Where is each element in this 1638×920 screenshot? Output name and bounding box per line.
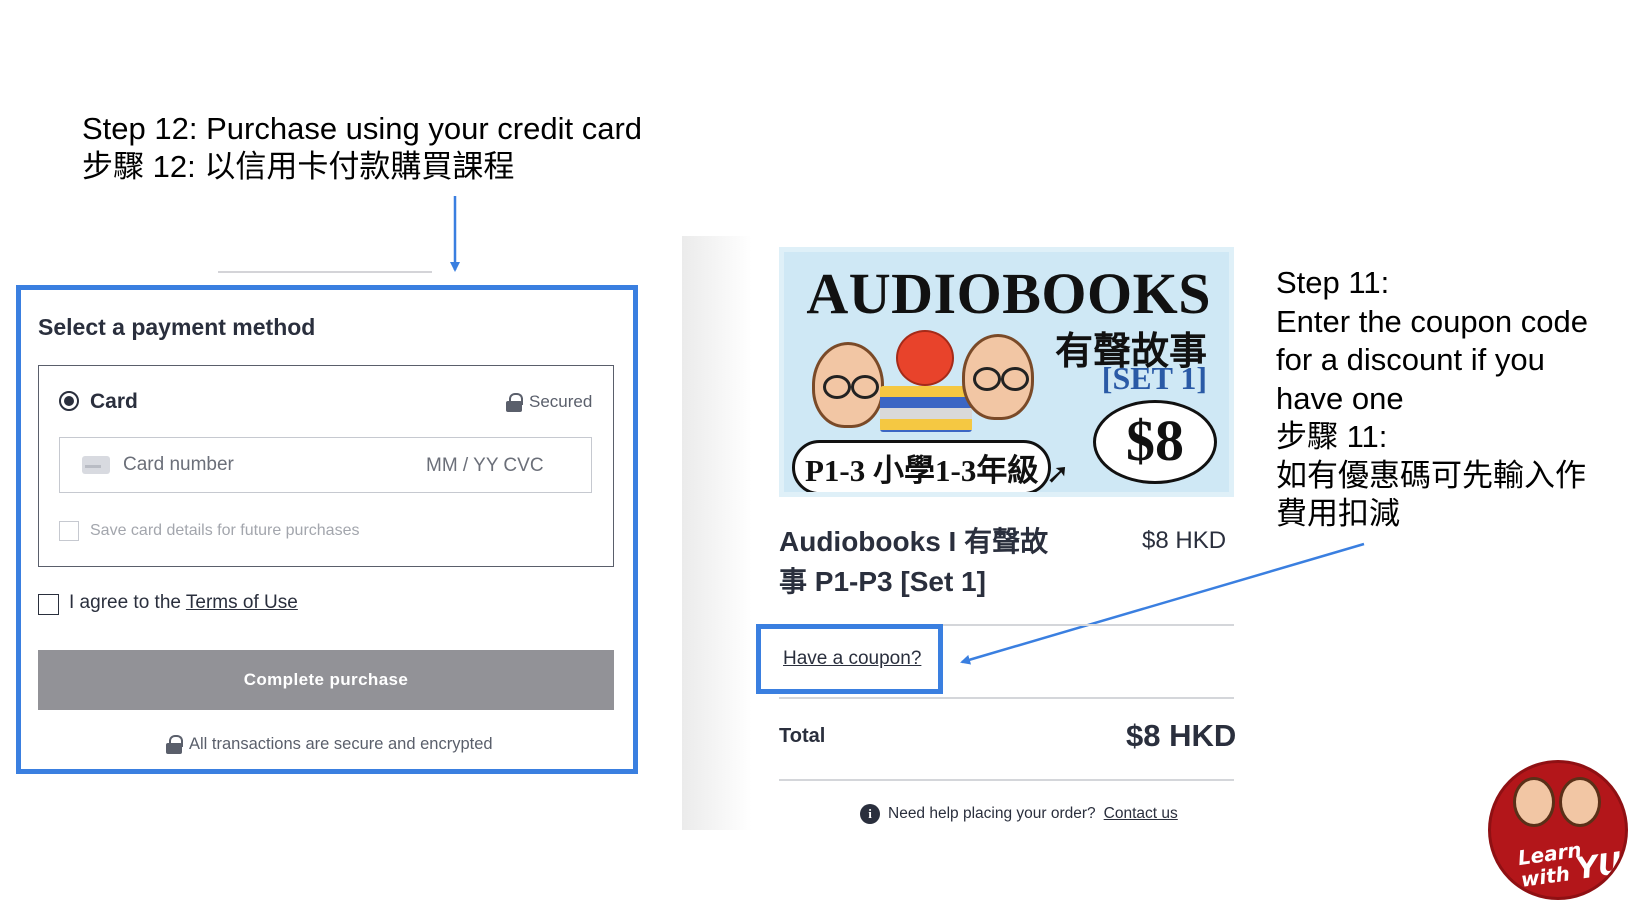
step12-text-zh: 步驟 12: 以信用卡付款購買課程 — [82, 149, 515, 184]
secured-indicator: Secured — [506, 392, 592, 412]
step11-line: Enter the coupon code — [1276, 303, 1588, 339]
secure-transactions-note: All transactions are secure and encrypte… — [166, 735, 493, 754]
avatar-illustration — [812, 342, 884, 428]
step11-instruction: Step 11: Enter the coupon code for a dis… — [1276, 264, 1626, 534]
card-radio-button[interactable] — [59, 391, 79, 411]
save-card-label: Save card details for future purchases — [90, 522, 360, 539]
expiry-cvc-placeholder: MM / YY CVC — [426, 455, 544, 476]
divider — [779, 779, 1234, 781]
agree-prefix: I agree to the — [69, 592, 186, 613]
apple-illustration — [896, 330, 954, 386]
card-option-label: Card — [90, 390, 138, 413]
have-coupon-link[interactable]: Have a coupon? — [783, 648, 921, 670]
step12-instruction: Step 12: Purchase using your credit card… — [82, 110, 642, 186]
card-number-placeholder: Card number — [123, 454, 234, 475]
banner-set: [SET 1] — [1101, 360, 1207, 396]
step11-line: 費用扣減 — [1276, 496, 1400, 531]
step11-line: 如有優惠碼可先輸入作 — [1276, 457, 1586, 493]
agree-terms-checkbox[interactable] — [38, 594, 59, 615]
secured-label: Secured — [529, 392, 593, 411]
product-banner-image: AUDIOBOOKS 有聲故事 [SET 1] P1-3 小學1-3年級 $8 … — [779, 247, 1234, 497]
credit-card-icon — [82, 456, 110, 474]
secure-note-text: All transactions are secure and encrypte… — [189, 735, 493, 753]
step11-line: for a discount if you — [1276, 342, 1545, 377]
product-title: Audiobooks I 有聲故事 P1-P3 [Set 1] — [779, 526, 1049, 597]
lock-icon — [166, 735, 183, 754]
help-text: Need help placing your order? — [888, 805, 1096, 822]
cursor-icon: ➚ — [1046, 458, 1070, 489]
divider — [218, 271, 432, 273]
save-card-checkbox[interactable] — [59, 521, 79, 541]
step11-line: have one — [1276, 380, 1404, 416]
help-section: i Need help placing your order? Contact … — [860, 804, 1178, 824]
banner-price: $8 — [1093, 400, 1217, 484]
books-illustration — [880, 386, 972, 432]
banner-title: AUDIOBOOKS — [806, 261, 1211, 326]
step11-line: 步驟 11: — [1276, 419, 1388, 454]
lock-icon — [506, 392, 523, 412]
product-price: $8 HKD — [1142, 527, 1227, 554]
logo-avatar — [1513, 777, 1555, 827]
total-value: $8 HKD — [1126, 718, 1237, 753]
banner-grade: P1-3 小學1-3年級 — [792, 440, 1052, 492]
avatar-illustration — [962, 334, 1034, 420]
learn-with-yu-logo: Learn with YU — [1488, 760, 1628, 900]
terms-of-use-link[interactable]: Terms of Use — [186, 592, 298, 613]
divider — [779, 697, 1234, 699]
info-icon: i — [860, 804, 880, 824]
logo-text: Learn with YU — [1516, 834, 1625, 891]
total-label: Total — [779, 725, 826, 747]
agree-terms-label: I agree to the Terms of Use — [69, 592, 298, 614]
card-number-input[interactable]: Card number MM / YY CVC — [59, 437, 592, 493]
step11-line: Step 11: — [1276, 265, 1390, 300]
step12-text-en: Step 12: Purchase using your credit card — [82, 111, 643, 146]
panel-shadow — [682, 236, 752, 830]
complete-purchase-button[interactable]: Complete purchase — [38, 650, 614, 710]
logo-avatar — [1559, 777, 1601, 827]
contact-us-link[interactable]: Contact us — [1104, 805, 1178, 823]
logo-line2-brand: YU — [1573, 845, 1625, 888]
payment-method-title: Select a payment method — [38, 314, 316, 340]
